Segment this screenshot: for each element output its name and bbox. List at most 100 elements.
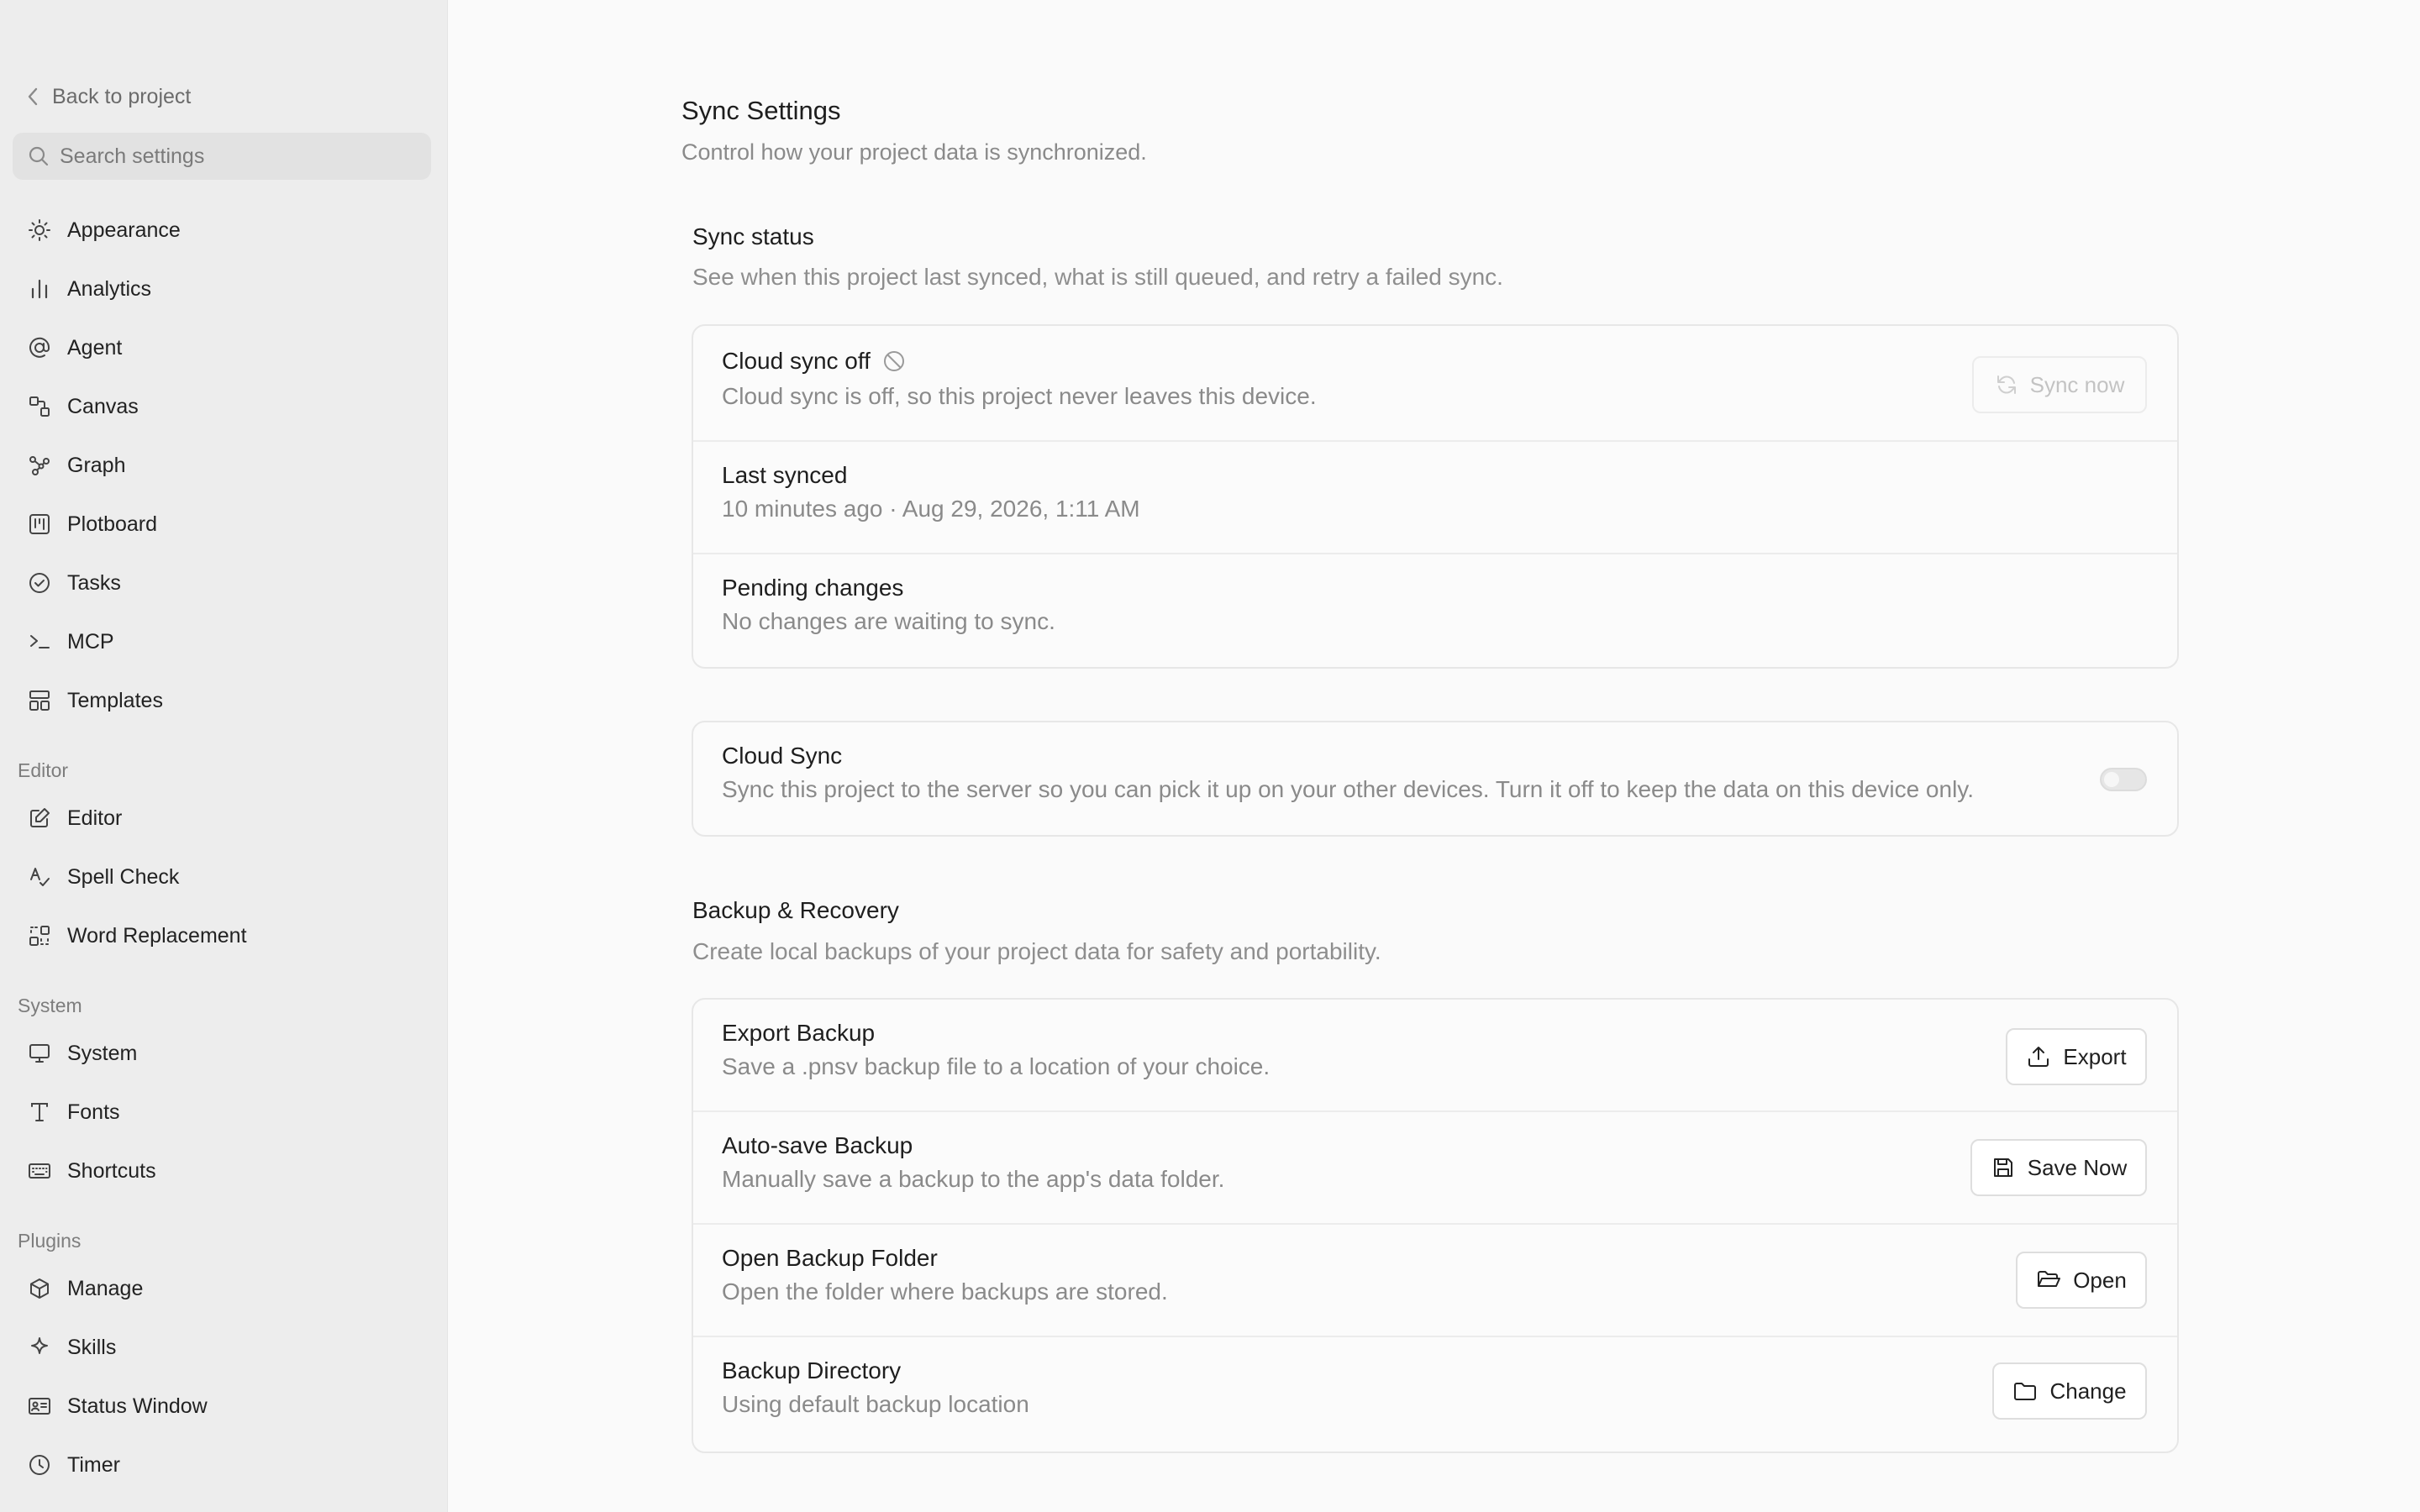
sidebar-item-shortcuts[interactable]: Shortcuts	[13, 1147, 431, 1194]
sync-status-title: Sync status	[692, 223, 814, 249]
pending-changes-row: Pending changes No changes are waiting t…	[693, 554, 2177, 667]
sidebar-item-label: System	[67, 1041, 138, 1065]
sidebar-item-skills[interactable]: Skills	[13, 1324, 431, 1371]
folder-open-icon	[2036, 1268, 2061, 1293]
sync-now-button[interactable]: Sync now	[1972, 356, 2147, 413]
last-synced-row: Last synced 10 minutes ago · Aug 29, 202…	[693, 442, 2177, 554]
page-subtitle: Control how your project data is synchro…	[681, 139, 1147, 165]
button-label: Export	[2063, 1043, 2127, 1069]
row-desc: 10 minutes ago · Aug 29, 2026, 1:11 AM	[722, 496, 1140, 522]
open-button[interactable]: Open	[2016, 1252, 2147, 1309]
back-label: Back to project	[52, 84, 192, 108]
row-title: Auto-save Backup	[722, 1132, 913, 1158]
sun-icon	[27, 218, 52, 243]
sidebar-item-graph[interactable]: Graph	[13, 442, 431, 489]
main-panel: Sync Settings Control how your project d…	[447, 0, 2420, 1512]
sidebar-item-label: Graph	[67, 453, 126, 477]
sidebar-item-label: Manage	[67, 1276, 144, 1300]
sidebar-item-canvas[interactable]: Canvas	[13, 383, 431, 430]
refresh-icon	[1995, 373, 2018, 396]
toggle-knob	[2104, 772, 2119, 787]
change-button[interactable]: Change	[1992, 1362, 2147, 1420]
keyboard-icon	[27, 1158, 52, 1184]
search-settings-box[interactable]	[13, 133, 431, 180]
button-label: Open	[2073, 1267, 2127, 1293]
export-button[interactable]: Export	[2006, 1028, 2147, 1085]
sidebar-item-agent[interactable]: Agent	[13, 324, 431, 371]
row-desc: Cloud sync is off, so this project never…	[722, 383, 1317, 409]
cloud-sync-toggle[interactable]	[2100, 768, 2147, 791]
sidebar-item-manage[interactable]: Manage	[13, 1265, 431, 1312]
sidebar-item-label: Fonts	[67, 1100, 120, 1124]
sidebar-item-label: Status Window	[67, 1394, 208, 1418]
sidebar-item-label: Tasks	[67, 570, 121, 595]
row-title: Export Backup	[722, 1020, 876, 1046]
sync-status-subtitle: See when this project last synced, what …	[692, 264, 1503, 290]
row-title: Cloud sync off	[722, 348, 871, 374]
folder-icon	[2012, 1378, 2038, 1404]
sidebar-item-templates[interactable]: Templates	[13, 677, 431, 724]
row-desc: Save a .pnsv backup file to a location o…	[722, 1053, 1270, 1079]
chevron-left-icon	[25, 86, 40, 108]
edit-icon	[27, 806, 52, 831]
id-card-icon	[27, 1394, 52, 1419]
kanban-icon	[27, 512, 52, 537]
row-title: Backup Directory	[722, 1357, 902, 1383]
backup-subtitle: Create local backups of your project dat…	[692, 938, 1381, 964]
sidebar-item-label: Timer	[67, 1452, 120, 1477]
upload-icon	[2026, 1044, 2051, 1069]
sidebar-item-label: Analytics	[67, 276, 152, 301]
sidebar-item-label: Word Replacement	[67, 923, 247, 948]
search-icon	[28, 145, 50, 167]
row-title: Last synced	[722, 462, 848, 488]
row-title: Pending changes	[722, 575, 904, 601]
sidebar-item-appearance[interactable]: Appearance	[13, 207, 431, 254]
button-label: Change	[2049, 1378, 2127, 1404]
sidebar-item-mcp[interactable]: MCP	[13, 618, 431, 665]
button-label: Sync now	[2029, 371, 2125, 397]
sidebar-item-label: Canvas	[67, 394, 139, 418]
row-title: Open Backup Folder	[722, 1245, 938, 1271]
sidebar-item-analytics[interactable]: Analytics	[13, 265, 431, 312]
sidebar-item-spell-check[interactable]: Spell Check	[13, 853, 431, 900]
sidebar-item-timer[interactable]: Timer	[13, 1441, 431, 1488]
sparkle-icon	[27, 1335, 52, 1360]
package-icon	[27, 1276, 52, 1301]
row-desc: Manually save a backup to the app's data…	[722, 1166, 1225, 1192]
backup-title: Backup & Recovery	[692, 897, 899, 923]
row-title-wrap: Cloud sync off	[722, 348, 906, 375]
sidebar-item-label: Agent	[67, 335, 123, 360]
clock-icon	[27, 1452, 52, 1478]
layout-template-icon	[27, 688, 52, 713]
open-backup-folder-row: Open Backup Folder Open the folder where…	[693, 1225, 2177, 1337]
sidebar-item-word-replacement[interactable]: Word Replacement	[13, 912, 431, 959]
back-to-project-link[interactable]: Back to project	[25, 81, 191, 112]
terminal-icon	[27, 629, 52, 654]
monitor-icon	[27, 1041, 52, 1066]
backup-card: Export Backup Save a .pnsv backup file t…	[692, 998, 2179, 1453]
sidebar-item-fonts[interactable]: Fonts	[13, 1089, 431, 1136]
row-desc: Open the folder where backups are stored…	[722, 1278, 1168, 1305]
type-icon	[27, 1100, 52, 1125]
button-label: Save Now	[2027, 1154, 2128, 1180]
sidebar-item-editor[interactable]: Editor	[13, 795, 431, 842]
save-now-button[interactable]: Save Now	[1970, 1139, 2147, 1196]
section-label-editor: Editor	[18, 759, 69, 781]
section-label-system: System	[18, 995, 82, 1016]
sidebar-item-label: Appearance	[67, 218, 181, 242]
sidebar-item-tasks[interactable]: Tasks	[13, 559, 431, 606]
cloud-sync-card: Cloud Sync Sync this project to the serv…	[692, 721, 2179, 837]
sidebar-item-status-window[interactable]: Status Window	[13, 1383, 431, 1430]
search-input[interactable]	[60, 144, 413, 169]
sidebar-item-label: MCP	[67, 629, 114, 654]
graph-nodes-icon	[27, 453, 52, 478]
replace-icon	[27, 923, 52, 948]
sidebar-item-system[interactable]: System	[13, 1030, 431, 1077]
sidebar-item-label: Templates	[67, 688, 163, 712]
auto-save-backup-row: Auto-save Backup Manually save a backup …	[693, 1112, 2177, 1225]
cloud-sync-row: Cloud Sync Sync this project to the serv…	[693, 722, 2177, 835]
check-circle-icon	[27, 570, 52, 596]
section-label-plugins: Plugins	[18, 1230, 82, 1252]
shapes-icon	[27, 394, 52, 419]
sidebar-item-plotboard[interactable]: Plotboard	[13, 501, 431, 548]
